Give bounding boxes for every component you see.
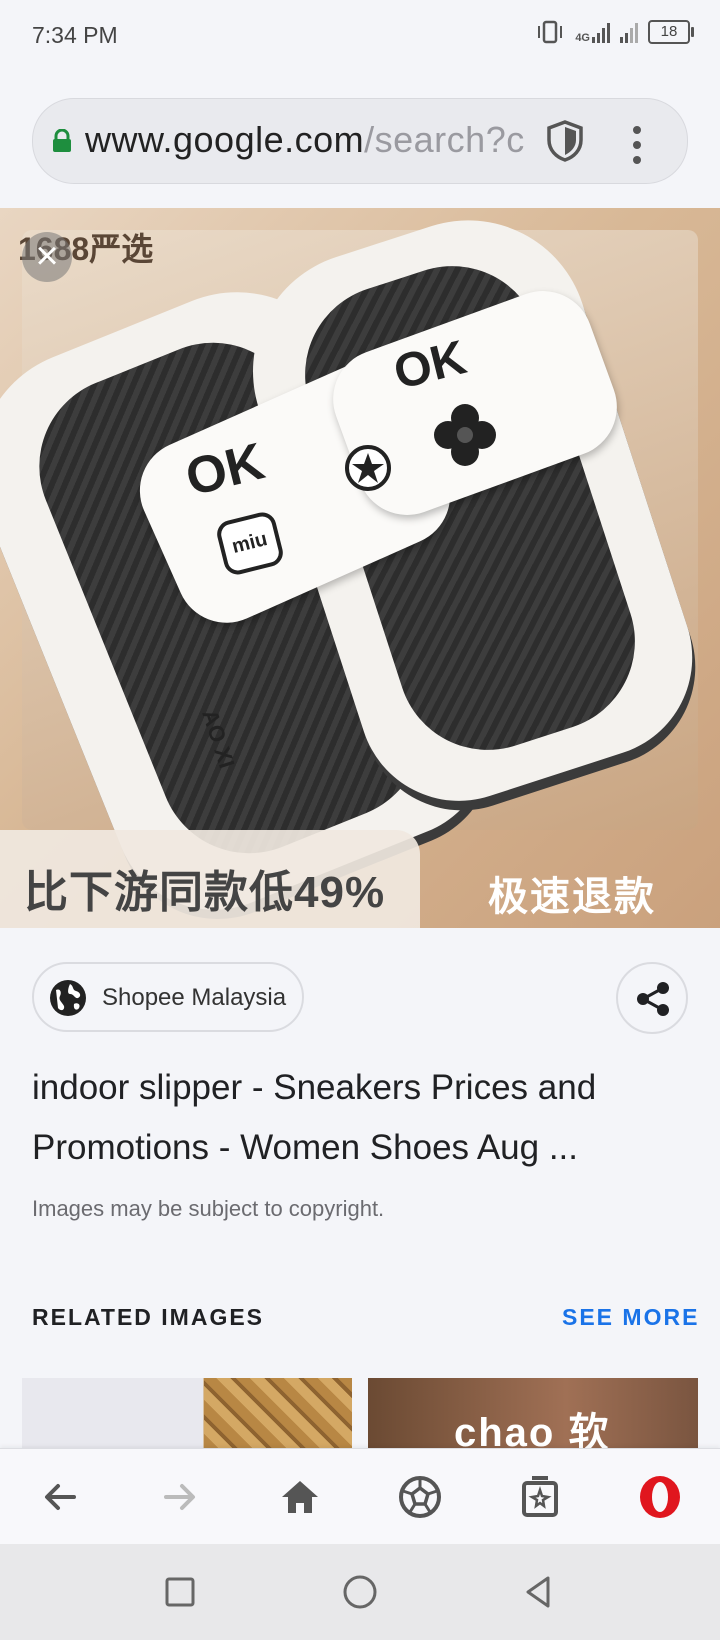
network-type-label: 4G	[575, 32, 590, 44]
star-charm-icon	[345, 445, 391, 491]
globe-icon	[50, 980, 86, 1016]
mobile-signal: 4G	[575, 21, 610, 44]
back-arrow-icon[interactable]	[36, 1473, 84, 1521]
product-image[interactable]: OK OK miu AO XI 1688严选 × 比下游同款低49% 极速退款	[0, 208, 720, 928]
related-thumb-2-text: chao 软	[454, 1411, 611, 1448]
more-vert-icon[interactable]	[627, 123, 647, 164]
system-nav-bar	[0, 1544, 720, 1640]
url-text[interactable]: www.google.com/search?c	[85, 119, 565, 161]
home-icon[interactable]	[276, 1473, 324, 1521]
related-images-heading: RELATED IMAGES	[32, 1304, 265, 1330]
soccer-ball-icon[interactable]	[396, 1473, 444, 1521]
copyright-note: Images may be subject to copyright.	[32, 1196, 385, 1221]
status-time: 7:34 PM	[32, 22, 118, 48]
url-path: /search?c	[364, 119, 525, 160]
see-more-link[interactable]: SEE MORE	[562, 1304, 699, 1331]
vibrate-icon	[538, 20, 563, 44]
forward-arrow-icon[interactable]	[156, 1473, 204, 1521]
source-chip[interactable]: Shopee Malaysia	[32, 962, 304, 1032]
status-icons: 4G 18	[535, 20, 694, 44]
related-thumb-1[interactable]	[22, 1378, 352, 1448]
flower-charm-icon	[434, 404, 496, 466]
browser-toolbar: www.google.com/search?c	[0, 72, 720, 209]
browser-bottom-nav	[0, 1448, 720, 1545]
tabs-icon[interactable]	[516, 1473, 564, 1521]
address-bar[interactable]: www.google.com/search?c	[32, 98, 688, 184]
back-triangle-icon[interactable]	[518, 1572, 558, 1612]
source-name: Shopee Malaysia	[102, 984, 287, 1011]
opera-icon[interactable]	[636, 1473, 684, 1521]
lock-icon	[53, 129, 71, 152]
related-thumb-2[interactable]: chao 软	[368, 1378, 698, 1448]
battery-icon: 18	[648, 20, 694, 44]
shield-icon[interactable]	[545, 119, 585, 163]
close-button[interactable]: ×	[22, 232, 72, 282]
url-domain: www.google.com	[85, 119, 365, 160]
status-bar: 7:34 PM 4G 18	[0, 0, 720, 72]
caption-discount: 比下游同款低49%	[0, 830, 420, 928]
recent-apps-icon[interactable]	[160, 1572, 200, 1612]
result-title[interactable]: indoor slipper - Sneakers Prices and Pro…	[32, 1058, 682, 1178]
signal-icon	[592, 21, 610, 43]
caption-refund: 极速退款	[488, 875, 656, 919]
share-icon	[637, 982, 669, 1016]
share-button[interactable]	[616, 962, 688, 1034]
home-circle-icon[interactable]	[340, 1572, 380, 1612]
signal-2-icon	[620, 21, 638, 43]
